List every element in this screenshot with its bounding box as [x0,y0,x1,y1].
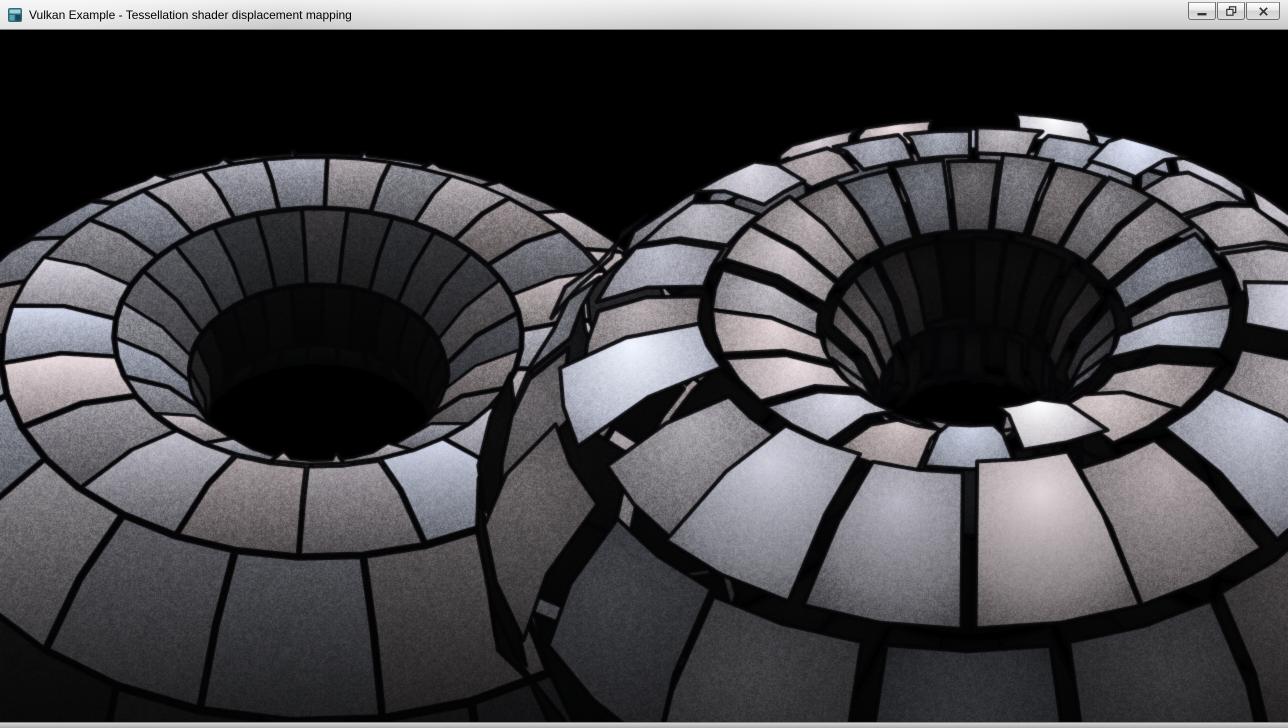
app-icon [7,7,23,23]
restore-icon [1226,6,1237,16]
restore-button[interactable] [1217,2,1245,20]
window-bottom-frame [0,722,1288,728]
render-area [0,30,1288,722]
render-viewport[interactable] [0,30,1288,722]
window-controls [1188,2,1280,20]
minimize-button[interactable] [1188,2,1216,20]
window-title: Vulkan Example - Tessellation shader dis… [29,8,352,22]
app-window: Vulkan Example - Tessellation shader dis… [0,0,1288,728]
close-button[interactable] [1246,2,1280,20]
close-icon [1259,7,1268,16]
minimize-icon [1197,7,1207,16]
titlebar[interactable]: Vulkan Example - Tessellation shader dis… [0,0,1288,30]
